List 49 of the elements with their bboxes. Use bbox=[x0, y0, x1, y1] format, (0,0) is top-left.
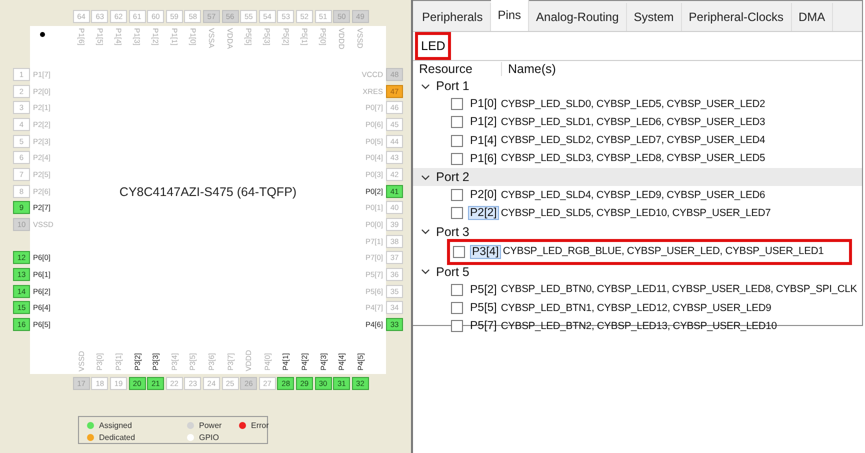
chip-name: CY8C4147AZI-S475 (64-TQFP) bbox=[119, 185, 297, 199]
checkbox[interactable] bbox=[451, 134, 463, 147]
chevron-down-icon[interactable] bbox=[421, 82, 430, 91]
resource-label[interactable]: P5[2] bbox=[469, 284, 498, 296]
pin-names: CYBSP_LED_BTN1, CYBSP_LED12, CYBSP_USER_LED9 bbox=[500, 302, 772, 314]
tree-group[interactable]: Port 2 bbox=[413, 170, 470, 184]
tree-group[interactable]: Port 5 bbox=[413, 264, 470, 279]
resource-label[interactable]: P5[5] bbox=[469, 302, 498, 314]
tree-group[interactable]: Port 3 bbox=[413, 224, 470, 239]
filter-field[interactable]: LED bbox=[415, 32, 451, 60]
column-header[interactable]: Name(s) bbox=[502, 62, 556, 76]
resource-label[interactable]: P1[4] bbox=[469, 134, 498, 147]
pin-names: CYBSP_LED_SLD1, CYBSP_LED6, CYBSP_USER_LED3 bbox=[500, 116, 766, 128]
pin-names: CYBSP_LED_SLD3, CYBSP_LED8, CYBSP_USER_LED5 bbox=[500, 153, 766, 164]
tree-group[interactable]: Port 1 bbox=[413, 79, 470, 94]
resource-label[interactable]: P1[0] bbox=[469, 98, 498, 110]
checkbox[interactable] bbox=[451, 284, 463, 296]
column-header[interactable]: Resource bbox=[413, 62, 502, 76]
checkbox[interactable] bbox=[451, 98, 463, 110]
resource-label[interactable]: P5[7] bbox=[469, 320, 498, 332]
pin-names: CYBSP_LED_BTN2, CYBSP_LED13, CYBSP_USER_LED10 bbox=[500, 320, 777, 332]
checkbox[interactable] bbox=[451, 152, 463, 165]
pin-names: CYBSP_LED_BTN0, CYBSP_LED11, CYBSP_USER_LED8, CYBSP_SPI_CLK bbox=[500, 284, 857, 296]
tab[interactable]: Pins bbox=[490, 0, 530, 31]
resource-label[interactable]: P3[4] bbox=[471, 246, 500, 258]
legend-label: Assigned bbox=[99, 420, 132, 430]
checkbox[interactable] bbox=[451, 116, 463, 128]
checkbox[interactable] bbox=[451, 302, 463, 314]
legend-label: Power bbox=[199, 420, 222, 430]
chevron-down-icon[interactable] bbox=[421, 267, 430, 276]
chevron-down-icon[interactable] bbox=[421, 172, 430, 182]
legend-label: Error bbox=[251, 420, 269, 430]
chevron-down-icon[interactable] bbox=[421, 227, 430, 236]
pin1-dot-icon bbox=[40, 32, 45, 37]
checkbox[interactable] bbox=[451, 320, 463, 332]
resource-label[interactable]: P1[2] bbox=[469, 116, 498, 128]
pin-names: CYBSP_LED_RGB_BLUE, CYBSP_USER_LED, CYBSP_USER_LED1 bbox=[502, 246, 824, 258]
legend-label: Dedicated bbox=[99, 432, 136, 442]
resource-label[interactable]: P2[0] bbox=[469, 189, 498, 202]
pin-names: CYBSP_LED_SLD5, CYBSP_LED10, CYBSP_USER_LED7 bbox=[500, 208, 771, 219]
checkbox[interactable] bbox=[451, 189, 463, 202]
pin-names: CYBSP_LED_SLD2, CYBSP_LED7, CYBSP_USER_LED4 bbox=[500, 135, 766, 146]
pin-names: CYBSP_LED_SLD4, CYBSP_LED9, CYBSP_USER_LED6 bbox=[500, 190, 766, 201]
resource-label[interactable]: P1[6] bbox=[469, 152, 498, 165]
legend-label: GPIO bbox=[199, 432, 220, 442]
checkbox[interactable] bbox=[453, 246, 465, 258]
resource-label[interactable]: P2[2] bbox=[469, 207, 498, 220]
pin-names: CYBSP_LED_SLD0, CYBSP_LED5, CYBSP_USER_LED2 bbox=[500, 98, 766, 110]
checkbox[interactable] bbox=[451, 207, 463, 220]
